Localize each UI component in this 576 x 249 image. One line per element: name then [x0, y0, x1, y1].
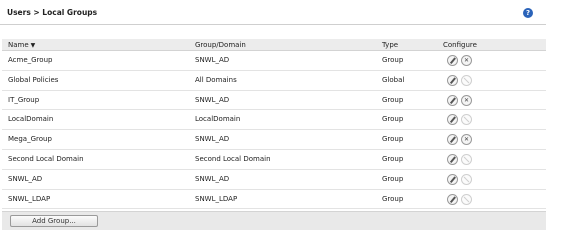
group-name-cell: Acme_Group	[8, 56, 53, 64]
table-row: Acme_Group SNWL_AD Group	[2, 51, 546, 71]
group-domain-cell: SNWL_AD	[195, 135, 230, 144]
edit-icon[interactable]	[447, 74, 458, 86]
local-groups-table: Name ▼ Group/Domain Type Configure Acme_G…	[2, 39, 546, 210]
delete-disabled-icon	[461, 193, 472, 205]
edit-icon[interactable]	[447, 114, 458, 126]
group-type-cell: Group	[382, 194, 404, 203]
group-name-cell: LocalDomain	[8, 115, 54, 124]
table-header-row: Name ▼ Group/Domain Type Configure	[2, 39, 546, 51]
group-domain-cell: SNWL_AD	[195, 174, 230, 183]
table-row: SNWL_AD SNWL_AD Group	[2, 170, 546, 190]
edit-icon[interactable]	[447, 94, 458, 106]
group-type-cell: Group	[382, 56, 404, 64]
group-name-cell: Mega_Group	[8, 135, 52, 144]
group-name-cell: IT_Group	[8, 95, 40, 104]
delete-icon[interactable]	[461, 134, 472, 146]
table-row: Mega_Group SNWL_AD Group	[2, 130, 546, 150]
delete-disabled-icon	[461, 114, 472, 126]
configure-actions	[447, 74, 475, 86]
group-type-cell: Group	[382, 174, 404, 183]
table-row: IT_Group SNWL_AD Group	[2, 91, 546, 111]
edit-icon[interactable]	[447, 134, 458, 146]
table-row: Second Local Domain Second Local Domain Gr…	[2, 150, 546, 170]
edit-icon[interactable]	[447, 55, 458, 66]
table-row: LocalDomain LocalDomain Group	[2, 110, 546, 131]
configure-actions	[447, 114, 475, 126]
group-type-cell: Group	[382, 154, 404, 163]
column-header-type[interactable]: Type	[382, 39, 398, 51]
table-row: Global Policies All Domains Global	[2, 71, 546, 91]
delete-icon[interactable]	[461, 94, 472, 106]
group-name-cell: SNWL_AD	[8, 174, 43, 183]
breadcrumb: Users > Local Groups	[7, 8, 98, 17]
delete-disabled-icon	[461, 153, 472, 165]
group-type-cell: Group	[382, 135, 404, 144]
configure-actions	[447, 153, 475, 165]
configure-actions	[447, 94, 475, 106]
help-icon[interactable]: ?	[523, 8, 533, 18]
edit-icon[interactable]	[447, 193, 458, 205]
configure-actions	[447, 193, 475, 205]
group-name-cell: Global Policies	[8, 75, 59, 84]
column-header-group-domain[interactable]: Group/Domain	[195, 39, 246, 51]
group-type-cell: Global	[382, 75, 405, 84]
table-row: SNWL_LDAP SNWL_LDAP Group	[2, 190, 546, 210]
group-name-cell: SNWL_LDAP	[8, 194, 51, 203]
delete-disabled-icon	[461, 74, 472, 86]
add-group-button[interactable]: Add Group...	[10, 215, 98, 227]
page-header: Users > Local Groups ?	[0, 0, 546, 25]
edit-icon[interactable]	[447, 153, 458, 165]
configure-actions	[447, 134, 475, 146]
group-domain-cell: SNWL_AD	[195, 95, 230, 104]
delete-icon[interactable]	[461, 55, 472, 66]
group-type-cell: Group	[382, 95, 404, 104]
delete-disabled-icon	[461, 173, 472, 185]
column-header-configure: Configure	[443, 41, 477, 49]
table-body: Acme_Group SNWL_AD Group Global Policies All…	[2, 51, 546, 210]
edit-icon[interactable]	[447, 173, 458, 185]
sort-desc-icon: ▼	[30, 42, 36, 49]
group-domain-cell: SNWL_LDAP	[195, 194, 238, 203]
group-domain-cell: LocalDomain	[195, 115, 241, 124]
group-domain-cell: Second Local Domain	[195, 154, 271, 163]
group-domain-cell: SNWL_AD	[195, 56, 230, 64]
group-name-cell: Second Local Domain	[8, 154, 84, 163]
group-type-cell: Group	[382, 115, 404, 124]
configure-actions	[447, 173, 475, 185]
configure-actions	[447, 55, 475, 66]
table-footer: Add Group...	[2, 211, 546, 230]
group-domain-cell: All Domains	[195, 75, 237, 84]
